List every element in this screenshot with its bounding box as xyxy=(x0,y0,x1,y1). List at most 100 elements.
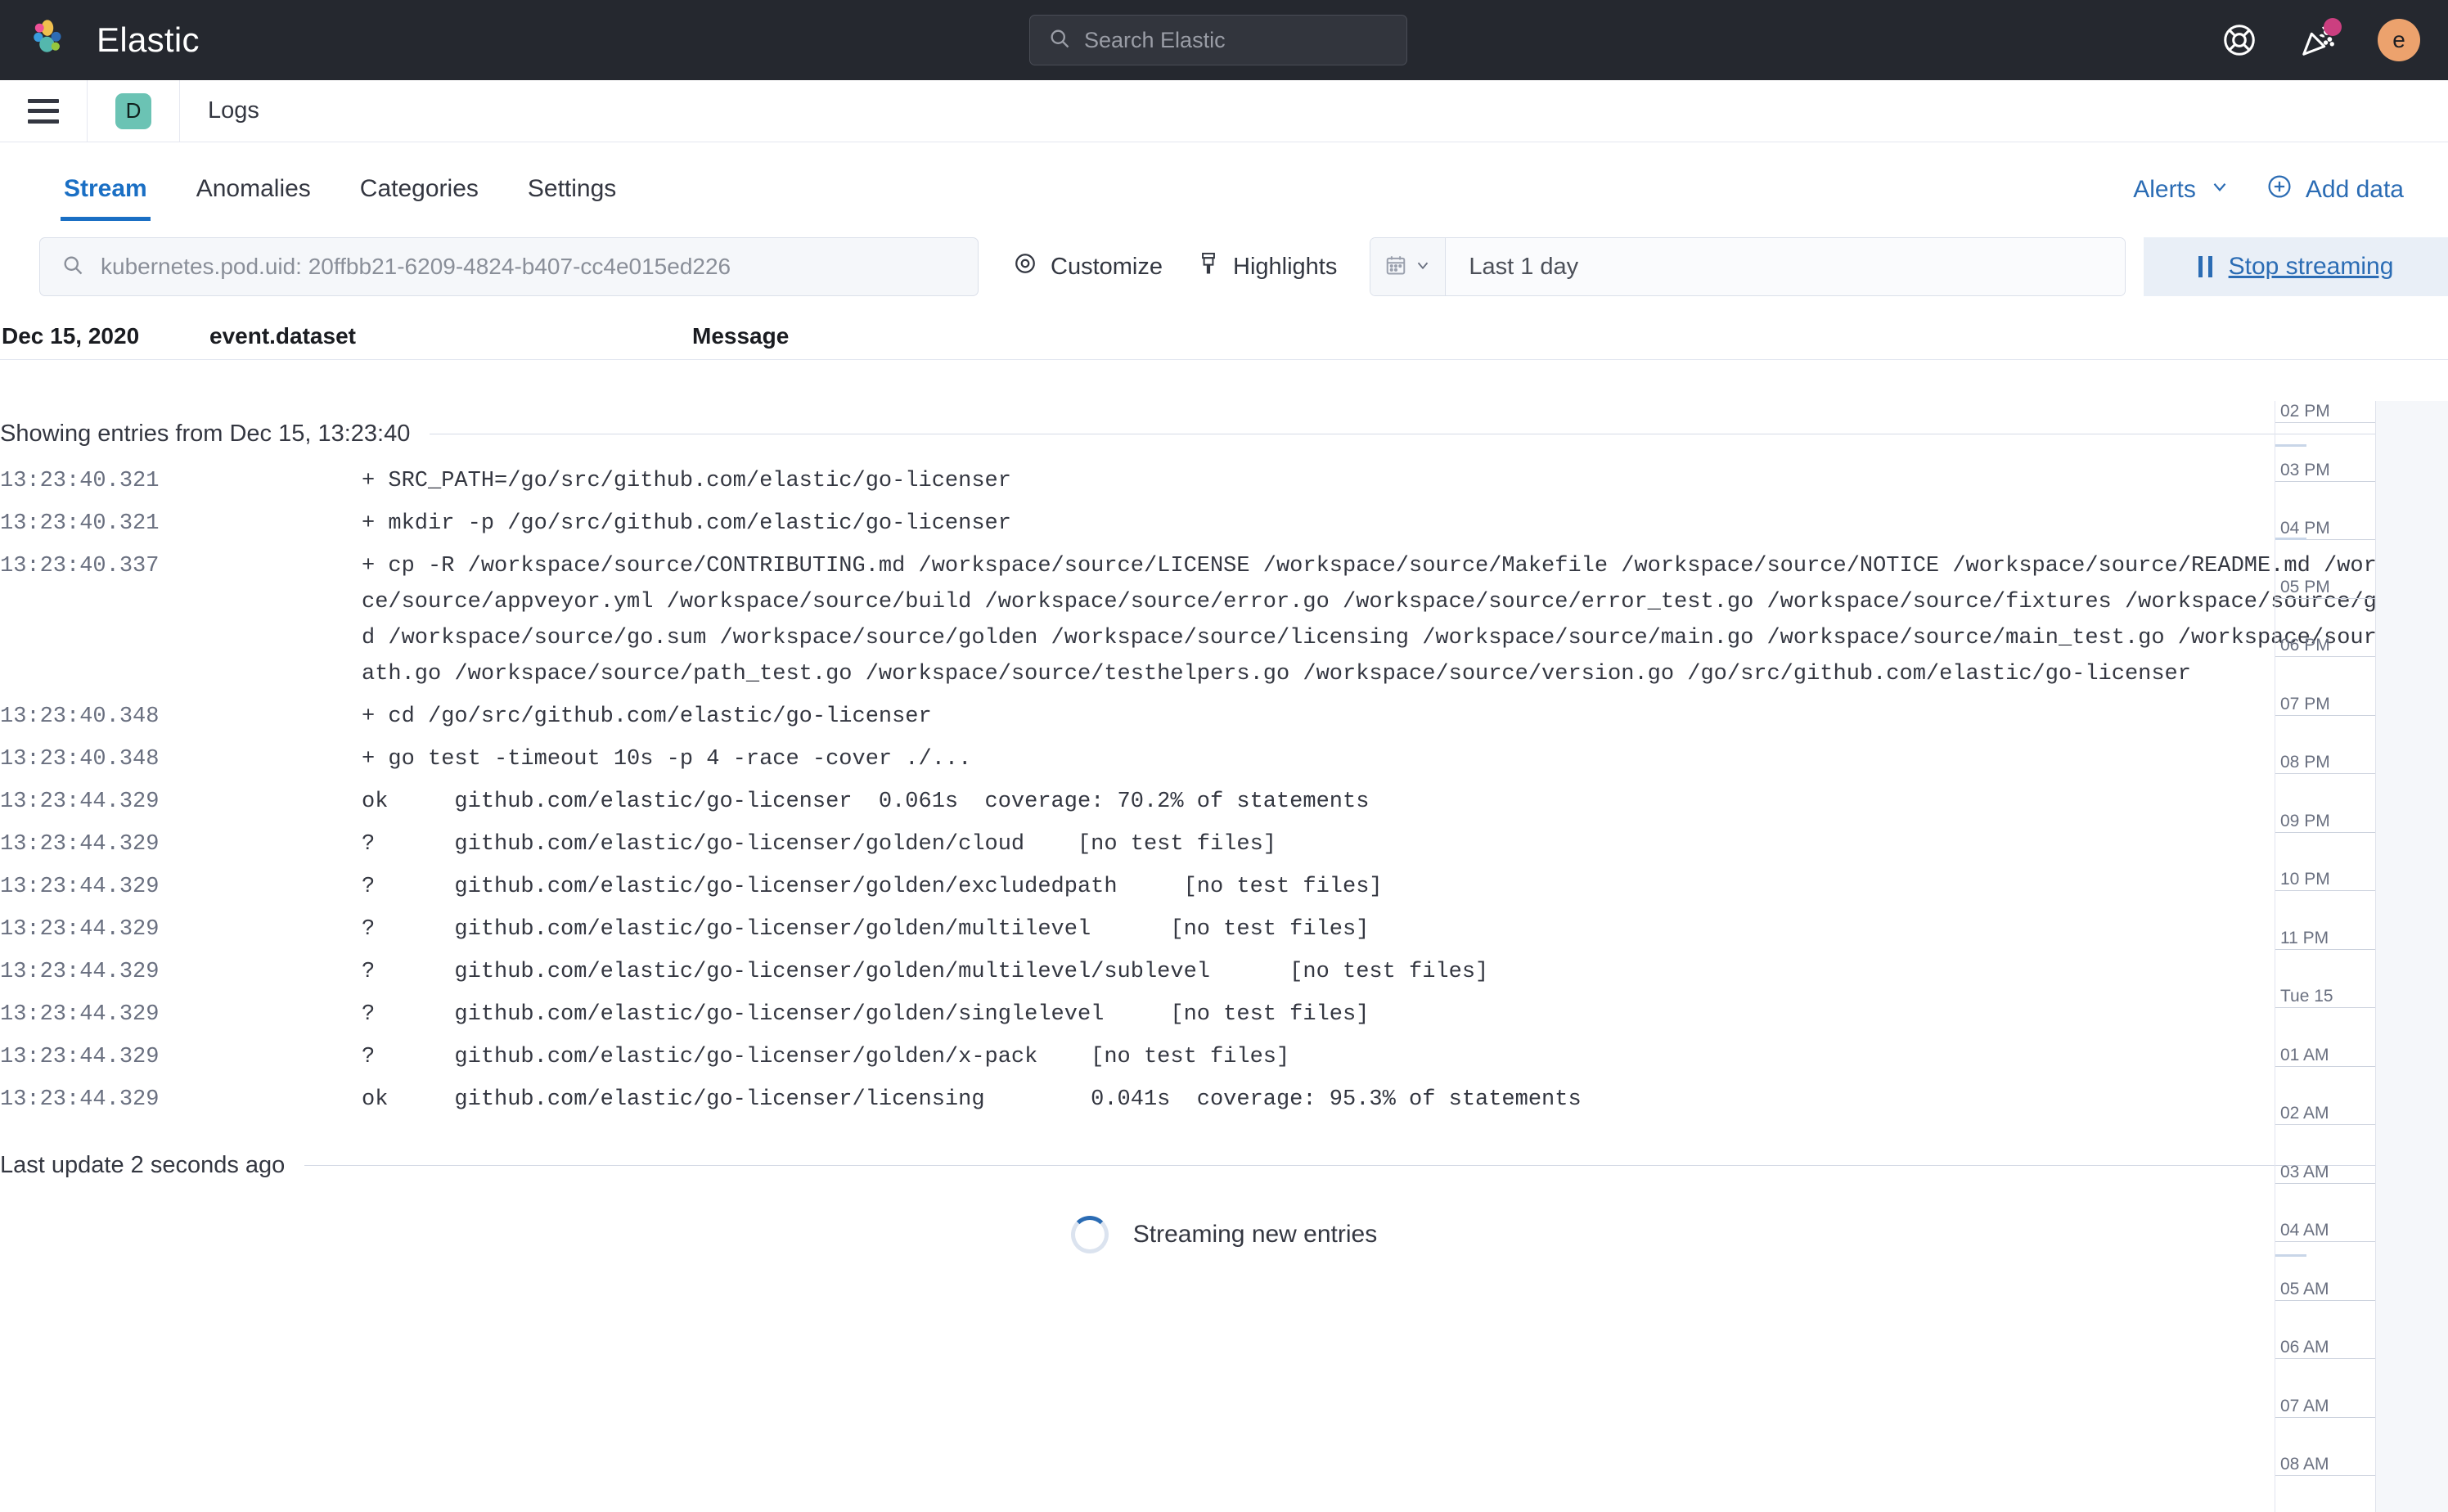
minimap-tick-label: 01 AM xyxy=(2280,1045,2329,1064)
minimap-tick-line xyxy=(2275,1182,2375,1184)
brand-name: Elastic xyxy=(97,20,200,59)
brand-area[interactable]: Elastic xyxy=(29,17,200,63)
minimap-tick-line xyxy=(2275,422,2375,423)
log-minimap[interactable]: 02 PM 03 PM 04 PM 05 PM 06 PM 07 PM 08 PM 09 PM… xyxy=(2275,401,2448,1512)
tab-anomalies[interactable]: Anomalies xyxy=(172,175,335,221)
minimap-tick: 06 PM xyxy=(2275,635,2375,657)
log-row[interactable]: 13:23:40.321 + mkdir -p /go/src/github.co… xyxy=(0,502,2448,545)
log-row[interactable]: 13:23:40.348 + go test -timeout 10s -p 4 … xyxy=(0,738,2448,781)
elastic-logo-icon xyxy=(29,17,75,63)
customize-label: Customize xyxy=(1051,253,1163,280)
minimap-tick-line xyxy=(2275,480,2375,482)
minimap-tick-line xyxy=(2275,831,2375,833)
minimap-tick-label: 09 PM xyxy=(2280,811,2330,830)
log-row-timestamp: 13:23:44.329 xyxy=(0,1087,160,1112)
log-row[interactable]: 13:23:40.337 + cp -R /workspace/source/CO… xyxy=(0,545,2448,695)
highlights-button[interactable]: Highlights xyxy=(1197,251,1337,282)
minimap-tick-label: 07 PM xyxy=(2280,694,2330,713)
minimap-density-panel[interactable] xyxy=(2375,401,2448,1512)
hamburger-menu-icon xyxy=(28,98,59,124)
minimap-tick-label: 03 AM xyxy=(2280,1162,2329,1181)
log-row[interactable]: 13:23:40.321 + SRC_PATH=/go/src/github.co… xyxy=(0,460,2448,502)
space-selector[interactable]: D xyxy=(88,80,180,142)
log-row-timestamp: 13:23:44.329 xyxy=(0,1002,160,1027)
breadcrumb-app[interactable]: Logs xyxy=(180,80,287,142)
log-row[interactable]: 13:23:44.329 ok github.com/elastic/go-lic… xyxy=(0,1078,2448,1121)
date-range-picker[interactable]: Last 1 day xyxy=(1370,237,2126,296)
minimap-tick: 05 PM xyxy=(2275,577,2375,599)
alerts-menu-button[interactable]: Alerts xyxy=(2133,176,2230,204)
column-header-time: Dec 15, 2020 xyxy=(2,322,140,349)
page-tabs-row: Stream Anomalies Categories Settings Ale… xyxy=(0,142,2448,221)
log-row[interactable]: 13:23:44.329 ? github.com/elastic/go-lice… xyxy=(0,866,2448,908)
log-row-timestamp: 13:23:40.348 xyxy=(0,747,160,772)
log-row[interactable]: 13:23:44.329 ? github.com/elastic/go-lice… xyxy=(0,951,2448,993)
log-row[interactable]: 13:23:44.329 ? github.com/elastic/go-lice… xyxy=(0,823,2448,866)
loading-spinner-icon xyxy=(1070,1216,1109,1253)
stop-streaming-button[interactable]: Stop streaming xyxy=(2144,237,2448,296)
brush-icon xyxy=(1197,251,1220,282)
log-column-headers: Dec 15, 2020 event.dataset Message xyxy=(0,313,2448,360)
log-row[interactable]: 13:23:44.329 ok github.com/elastic/go-lic… xyxy=(0,781,2448,823)
page-tabs: Stream Anomalies Categories Settings xyxy=(39,175,641,221)
minimap-tick-label: 05 AM xyxy=(2280,1279,2329,1298)
last-update-separator: Last update 2 seconds ago xyxy=(0,1141,2448,1190)
tab-settings[interactable]: Settings xyxy=(503,175,641,221)
minimap-tick-label: 11 PM xyxy=(2280,928,2329,947)
minimap-tick-line xyxy=(2275,1475,2375,1476)
minimap-tick-line xyxy=(2275,1241,2375,1242)
minimap-tick: 02 AM xyxy=(2275,1103,2375,1125)
date-quick-select-button[interactable] xyxy=(1370,238,1447,295)
minimap-tick: 03 PM xyxy=(2275,460,2375,482)
space-avatar: D xyxy=(115,92,151,129)
tab-categories[interactable]: Categories xyxy=(335,175,503,221)
log-row-timestamp: 13:23:44.329 xyxy=(0,1045,160,1069)
tab-stream[interactable]: Stream xyxy=(39,175,172,221)
log-row[interactable]: 13:23:44.329 ? github.com/elastic/go-lice… xyxy=(0,908,2448,951)
log-row-timestamp: 13:23:40.337 xyxy=(0,554,160,578)
search-icon xyxy=(1048,27,1071,54)
party-popper-icon[interactable] xyxy=(2299,18,2342,59)
streaming-status-label: Streaming new entries xyxy=(1132,1221,1378,1248)
highlights-label: Highlights xyxy=(1233,253,1338,280)
minimap-tick-line xyxy=(2275,1299,2375,1301)
add-data-label: Add data xyxy=(2305,176,2404,203)
minimap-tick: 01 AM xyxy=(2275,1045,2375,1067)
search-icon xyxy=(61,254,84,281)
log-row-message: + SRC_PATH=/go/src/github.com/elastic/go… xyxy=(362,469,1011,493)
global-search-input[interactable]: Search Elastic xyxy=(1029,15,1407,65)
minimap-tick: Tue 15 xyxy=(2275,986,2375,1008)
log-row-message: ? github.com/elastic/go-licenser/golden/… xyxy=(362,832,1276,857)
minimap-tick: 04 PM xyxy=(2275,518,2375,540)
log-row-timestamp: 13:23:44.329 xyxy=(0,790,160,814)
minimap-tick-label: 02 PM xyxy=(2280,402,2330,421)
log-row-message: ok github.com/elastic/go-licenser 0.061s… xyxy=(362,790,1370,814)
global-search-placeholder: Search Elastic xyxy=(1084,27,1226,52)
minimap-tick-line xyxy=(2275,773,2375,774)
date-range-value[interactable]: Last 1 day xyxy=(1446,238,2126,295)
minimap-tick-label: 08 AM xyxy=(2280,1455,2329,1474)
chevron-down-icon xyxy=(1414,256,1432,278)
lifebuoy-icon[interactable] xyxy=(2221,21,2258,59)
minimap-tick-label: 03 PM xyxy=(2280,460,2330,479)
log-row-message: ? github.com/elastic/go-licenser/golden/… xyxy=(362,875,1383,899)
log-row-message: ? github.com/elastic/go-licenser/golden/… xyxy=(362,1002,1370,1027)
user-avatar[interactable]: e xyxy=(2378,19,2420,61)
log-row-timestamp: 13:23:44.329 xyxy=(0,917,160,942)
log-row[interactable]: 13:23:44.329 ? github.com/elastic/go-lice… xyxy=(0,993,2448,1036)
log-query-input[interactable]: kubernetes.pod.uid: 20ffbb21-6209-4824-b… xyxy=(39,237,979,296)
menu-toggle-button[interactable] xyxy=(0,80,88,142)
log-row[interactable]: 13:23:40.348 + cd /go/src/github.com/elas… xyxy=(0,695,2448,738)
add-data-button[interactable]: Add data xyxy=(2266,173,2404,206)
notification-badge xyxy=(2324,18,2342,36)
log-query-text: kubernetes.pod.uid: 20ffbb21-6209-4824-b… xyxy=(101,254,731,279)
minimap-tick-label: 04 PM xyxy=(2280,519,2330,538)
log-row[interactable]: 13:23:44.329 ? github.com/elastic/go-lice… xyxy=(0,1036,2448,1078)
minimap-tick: 03 AM xyxy=(2275,1162,2375,1184)
plus-circle-icon xyxy=(2266,173,2293,206)
calendar-icon xyxy=(1384,254,1407,281)
customize-button[interactable]: Customize xyxy=(1013,251,1163,282)
column-header-message: Message xyxy=(692,322,790,349)
breadcrumb-bar: D Logs xyxy=(0,80,2448,142)
minimap-tick-label: 07 AM xyxy=(2280,1396,2329,1415)
